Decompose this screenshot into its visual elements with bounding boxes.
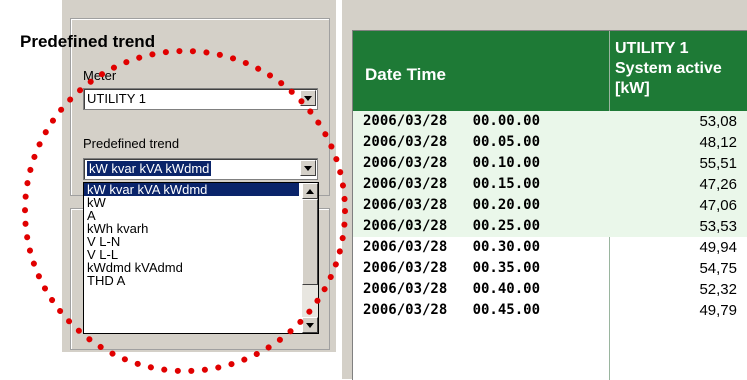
cell-datetime: 2006/03/28 00.05.00	[363, 134, 541, 150]
cell-datetime: 2006/03/28 00.00.00	[363, 113, 541, 129]
scroll-thumb[interactable]	[302, 199, 318, 285]
cell-value: 52,32	[699, 281, 737, 298]
group-title: Predefined trend	[20, 32, 156, 51]
cell-value: 53,53	[699, 218, 737, 235]
column-header-line: System active	[615, 60, 722, 77]
table-row[interactable]: 2006/03/28 00.15.00 47,26	[353, 174, 747, 195]
chevron-down-icon	[304, 96, 312, 101]
data-grid: Date Time UTILITY 1 System active [kW] 2…	[352, 30, 747, 380]
column-header-value[interactable]: UTILITY 1 System active [kW]	[615, 39, 747, 99]
cell-value: 49,79	[699, 302, 737, 319]
table-row[interactable]: 2006/03/28 00.10.00 55,51	[353, 153, 747, 174]
table-row[interactable]: 2006/03/28 00.20.00 47,06	[353, 195, 747, 216]
table-row[interactable]: 2006/03/28 00.45.00 49,79	[353, 300, 747, 321]
cell-value: 49,94	[699, 239, 737, 256]
chevron-down-icon	[306, 323, 314, 328]
grid-header: Date Time UTILITY 1 System active [kW]	[353, 31, 747, 111]
column-header-line: UTILITY 1	[615, 40, 689, 57]
table-row[interactable]: 2006/03/28 00.40.00 52,32	[353, 279, 747, 300]
dropdown-scrollbar[interactable]	[302, 183, 318, 333]
cell-value: 48,12	[699, 134, 737, 151]
meter-select[interactable]: UTILITY 1	[83, 88, 318, 110]
meter-select-value: UTILITY 1	[87, 91, 147, 106]
cell-datetime: 2006/03/28 00.35.00	[363, 260, 541, 276]
predefined-trend-value: kW kvar kVA kWdmd	[87, 161, 212, 176]
predefined-trend-dropdown-list: kW kvar kVA kWdmd kW A kWh kvarh V L-N V…	[83, 182, 319, 334]
cell-value: 53,08	[699, 113, 737, 130]
dropdown-item[interactable]: kW	[84, 196, 318, 209]
cell-datetime: 2006/03/28 00.25.00	[363, 218, 541, 234]
predefined-trend-label: Predefined trend	[83, 136, 180, 151]
cell-value: 47,06	[699, 197, 737, 214]
cell-datetime: 2006/03/28 00.10.00	[363, 155, 541, 171]
predefined-dropdown-button[interactable]	[300, 160, 316, 176]
cell-datetime: 2006/03/28 00.30.00	[363, 239, 541, 255]
chevron-down-icon	[304, 166, 312, 171]
cell-value: 55,51	[699, 155, 737, 172]
cell-datetime: 2006/03/28 00.45.00	[363, 302, 541, 318]
meter-dropdown-button[interactable]	[300, 90, 316, 106]
dropdown-item[interactable]: V L-N	[84, 235, 318, 248]
cell-value: 54,75	[699, 260, 737, 277]
dropdown-item[interactable]: kW kvar kVA kWdmd	[84, 183, 299, 196]
table-row[interactable]: 2006/03/28 00.00.00 53,08	[353, 111, 747, 132]
table-row[interactable]: 2006/03/28 00.30.00 49,94	[353, 237, 747, 258]
cell-datetime: 2006/03/28 00.20.00	[363, 197, 541, 213]
cell-datetime: 2006/03/28 00.40.00	[363, 281, 541, 297]
scroll-up-button[interactable]	[302, 183, 318, 199]
dropdown-item[interactable]: THD A	[84, 274, 318, 287]
meter-label: Meter	[83, 68, 117, 83]
table-row[interactable]: 2006/03/28 00.35.00 54,75	[353, 258, 747, 279]
scroll-down-button[interactable]	[302, 317, 318, 333]
column-header-line: [kW]	[615, 80, 650, 97]
chevron-up-icon	[306, 189, 314, 194]
cell-value: 47,26	[699, 176, 737, 193]
table-row[interactable]: 2006/03/28 00.25.00 53,53	[353, 216, 747, 237]
table-row[interactable]: 2006/03/28 00.05.00 48,12	[353, 132, 747, 153]
column-header-datetime[interactable]: Date Time	[365, 65, 446, 85]
predefined-trend-select[interactable]: kW kvar kVA kWdmd	[83, 158, 318, 180]
cell-datetime: 2006/03/28 00.15.00	[363, 176, 541, 192]
